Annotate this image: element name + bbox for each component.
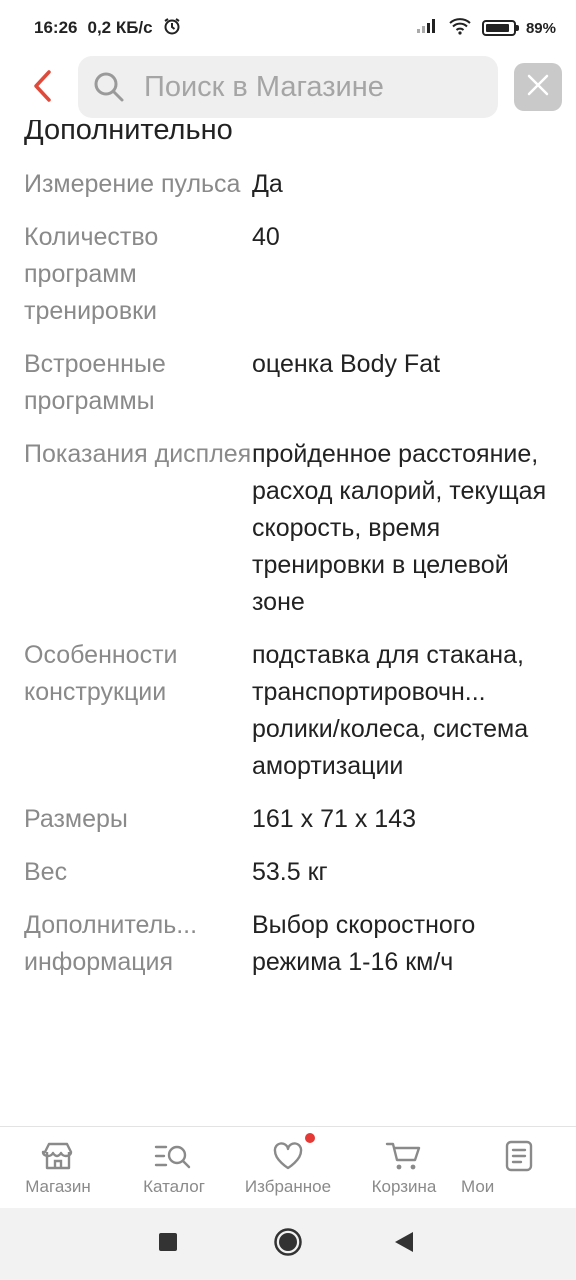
status-bar: 16:26 0,2 КБ/с 89%	[0, 0, 576, 56]
spec-label: Показания дисплея	[24, 440, 252, 468]
recents-icon	[158, 1232, 178, 1257]
home-button[interactable]	[258, 1208, 318, 1280]
nav-label: Каталог	[143, 1177, 205, 1196]
spec-row: Встроенные программы оценка Body Fat	[0, 346, 576, 436]
status-left: 16:26 0,2 КБ/с	[34, 17, 181, 40]
recents-button[interactable]	[138, 1208, 198, 1280]
spec-row: Особенности конструкции подставка для ст…	[0, 637, 576, 801]
spec-label: Количество программ тренировки	[24, 223, 159, 325]
spec-row: Измерение пульса Да	[0, 166, 576, 219]
spec-value: оценка Body Fat	[252, 350, 441, 378]
spec-value: пройденное расстояние, расход калорий, т…	[252, 440, 547, 616]
search-header	[0, 56, 576, 120]
spec-value: Выбор скоростного режима 1-16 км/ч	[252, 911, 476, 976]
spec-value: Да	[252, 170, 283, 198]
battery-icon	[481, 20, 519, 36]
spec-label: Вес	[24, 858, 68, 886]
signal-icon	[416, 18, 438, 38]
nav-label: Корзина	[371, 1177, 437, 1196]
alarm-icon	[163, 17, 181, 40]
spec-table: Измерение пульса Да Количество программ …	[0, 166, 576, 997]
status-time: 16:26	[34, 18, 78, 37]
cart-icon	[385, 1139, 423, 1173]
spec-row: Вес 53.5 кг	[0, 854, 576, 907]
store-icon	[41, 1139, 75, 1173]
status-net-speed: 0,2 КБ/с	[87, 18, 153, 37]
nav-item-cart[interactable]: Корзина	[356, 1127, 452, 1209]
favorites-badge-dot	[305, 1133, 315, 1143]
spec-row: Показания дисплея пройденное расстояние,…	[0, 436, 576, 637]
back-triangle-icon	[394, 1231, 414, 1258]
nav-item-orders[interactable]: Мои	[448, 1127, 576, 1209]
home-icon	[273, 1227, 303, 1262]
search-input[interactable]	[142, 69, 476, 105]
close-button[interactable]	[514, 63, 562, 111]
nav-label: Магазин	[25, 1177, 91, 1196]
spec-row: Количество программ тренировки 40	[0, 219, 576, 346]
spec-label: Размеры	[24, 805, 128, 833]
nav-label: Мои	[461, 1177, 495, 1196]
wifi-icon	[448, 17, 472, 39]
orders-icon	[504, 1139, 534, 1173]
heart-icon	[271, 1133, 315, 1173]
chevron-left-icon	[31, 69, 53, 108]
nav-label: Избранное	[244, 1177, 332, 1196]
nav-item-favorites[interactable]: Избранное	[234, 1127, 342, 1209]
battery-percent: 89%	[525, 19, 556, 37]
close-icon	[526, 73, 550, 102]
system-back-button[interactable]	[374, 1208, 434, 1280]
spec-label: Особенности конструкции	[24, 641, 178, 706]
search-box[interactable]	[78, 56, 498, 118]
spec-row: Дополнитель... информация Выбор скоростн…	[0, 907, 576, 997]
status-right: 89%	[416, 17, 556, 39]
nav-item-catalog[interactable]: Каталог	[126, 1127, 222, 1209]
spec-value: 53.5 кг	[252, 858, 328, 886]
spec-label: Дополнитель... информация	[24, 911, 198, 976]
section-title: Дополнительно	[24, 120, 233, 146]
spec-content: Дополнительно Измерение пульса Да Количе…	[0, 120, 576, 1126]
spec-label: Измерение пульса	[24, 170, 241, 198]
nav-item-store[interactable]: Магазин	[10, 1127, 106, 1209]
back-button[interactable]	[22, 66, 62, 110]
catalog-search-icon	[154, 1139, 194, 1173]
spec-row: Размеры 161 x 71 x 143	[0, 801, 576, 854]
spec-label: Встроенные программы	[24, 350, 166, 415]
spec-value: 40	[252, 223, 280, 251]
spec-value: 161 x 71 x 143	[252, 805, 417, 833]
search-icon	[92, 70, 126, 104]
system-nav-bar	[0, 1208, 576, 1280]
bottom-nav: Магазин Каталог Избранное Корзина Мои	[0, 1126, 576, 1209]
spec-value: подставка для стакана, транспортировочн.…	[252, 641, 529, 780]
